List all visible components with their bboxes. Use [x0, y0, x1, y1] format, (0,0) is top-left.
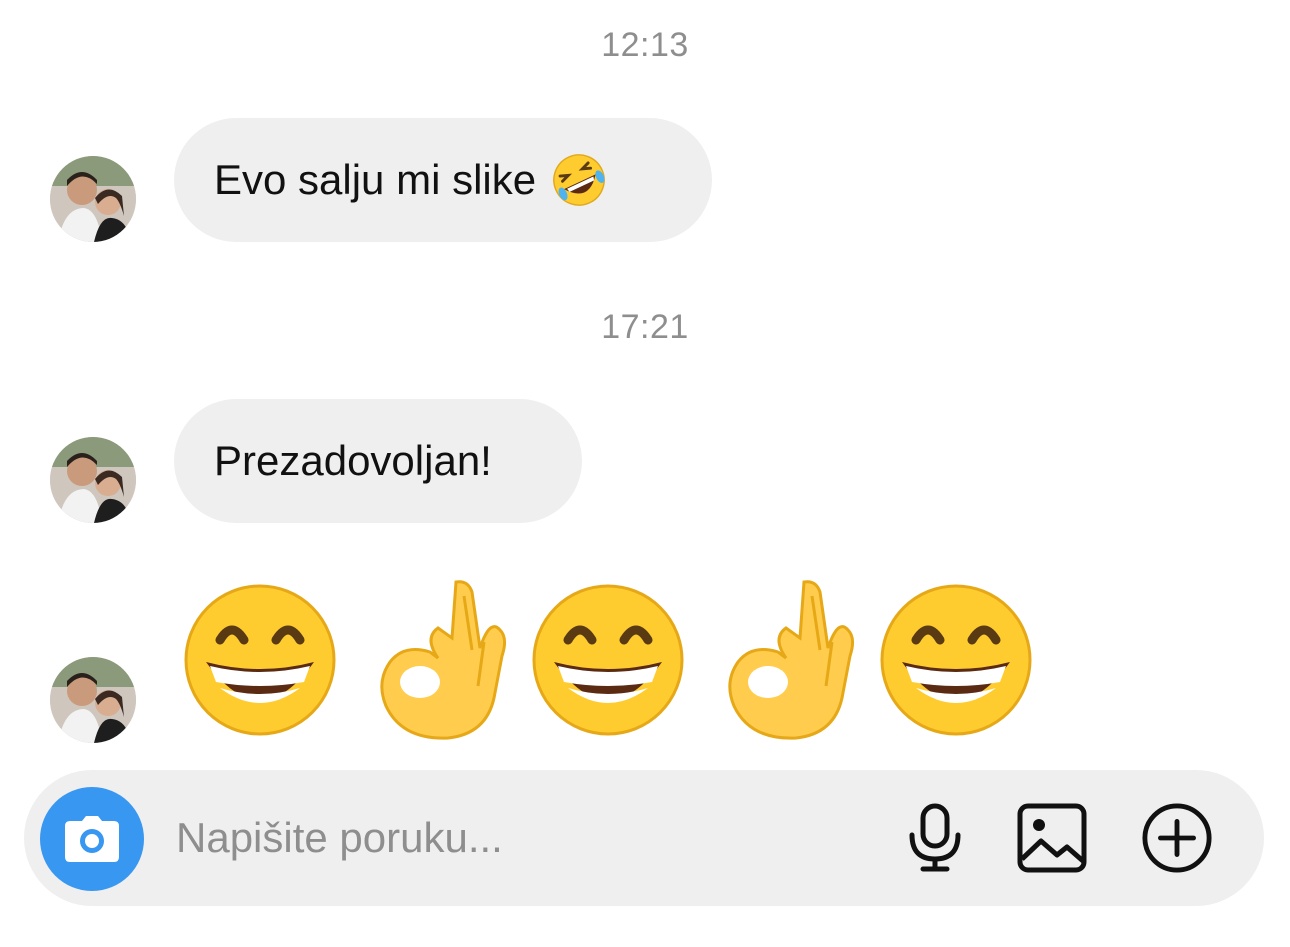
ok-hand-icon — [728, 580, 855, 740]
rolling-on-floor-laughing-icon — [553, 154, 605, 206]
avatar-photo — [50, 657, 136, 743]
message-bubble[interactable]: Prezadovoljan! — [174, 399, 582, 523]
grinning-face-icon — [184, 584, 336, 736]
avatar[interactable] — [50, 657, 136, 743]
message-input[interactable] — [176, 808, 776, 868]
microphone-icon — [909, 803, 961, 872]
avatar-photo — [50, 156, 136, 242]
avatar[interactable] — [50, 156, 136, 242]
gallery-button[interactable] — [1016, 802, 1088, 874]
message-bubble[interactable]: Evo salju mi slike — [174, 118, 712, 242]
grinning-face-icon — [532, 584, 684, 736]
voice-message-button[interactable] — [899, 802, 971, 874]
more-options-button[interactable] — [1141, 802, 1213, 874]
emoji-message[interactable] — [180, 578, 1240, 748]
avatar-photo — [50, 437, 136, 523]
message-composer — [24, 770, 1264, 906]
avatar[interactable] — [50, 437, 136, 523]
camera-button[interactable] — [40, 787, 144, 891]
plus-circle-icon — [1142, 803, 1212, 873]
message-text: Prezadovoljan! — [214, 437, 492, 484]
grinning-face-icon — [880, 584, 1032, 736]
ok-hand-icon — [380, 580, 507, 740]
camera-icon — [65, 816, 119, 862]
message-text: Evo salju mi slike — [214, 156, 537, 203]
timestamp: 17:21 — [601, 308, 689, 346]
image-icon — [1017, 803, 1087, 873]
timestamp: 12:13 — [601, 26, 689, 64]
